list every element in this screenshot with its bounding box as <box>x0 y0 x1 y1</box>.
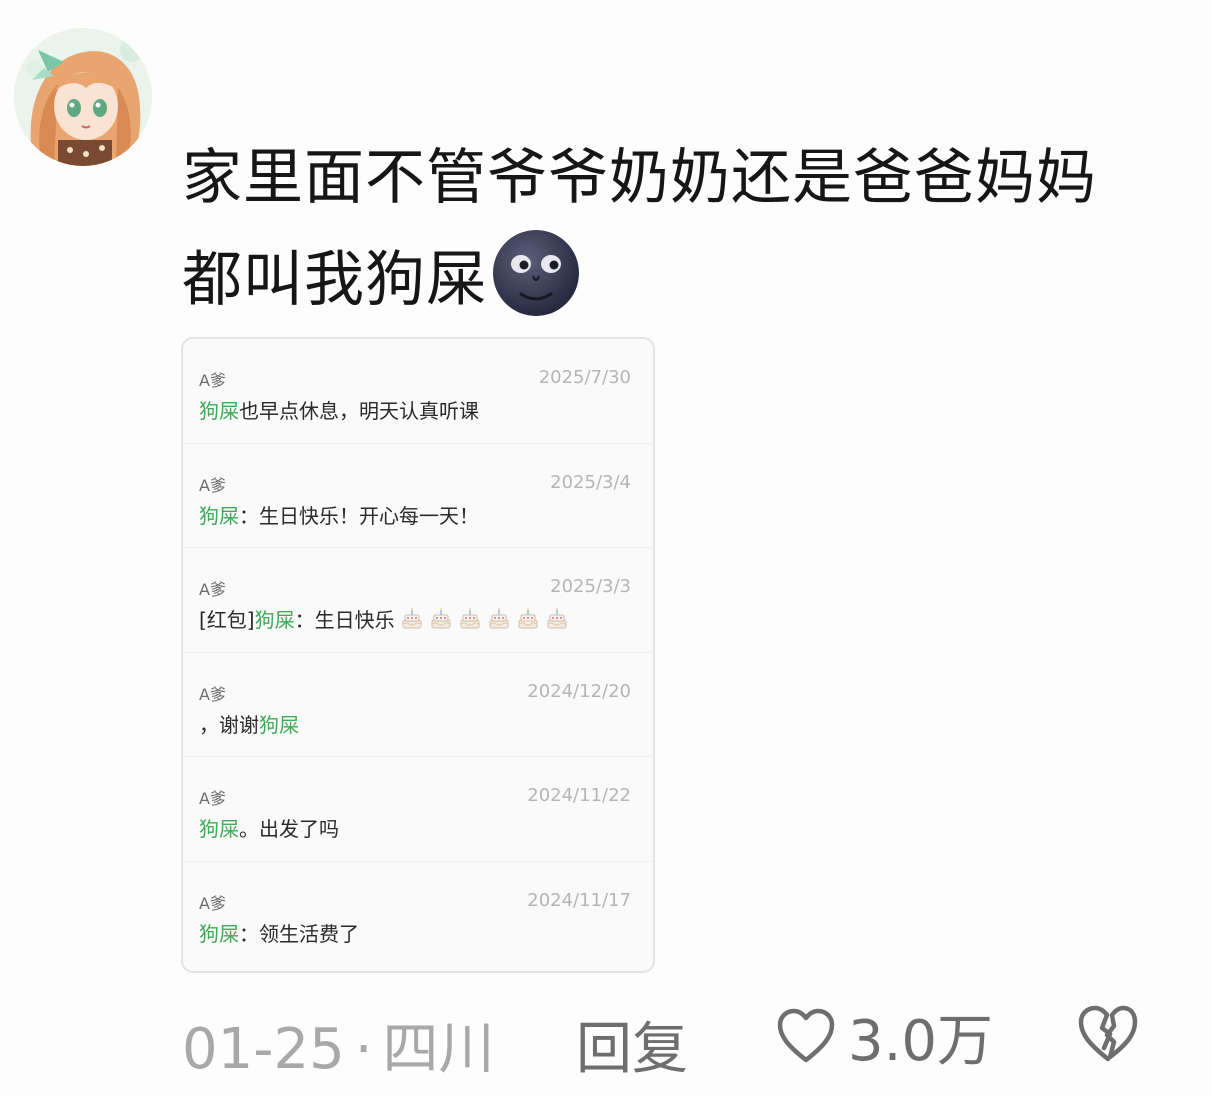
chat-history-screenshot[interactable]: A爹 2025/7/30 狗屎也早点休息，明天认真听课 A爹 2025/3/4 狗屎：生日… <box>181 337 655 973</box>
message-text: ，谢谢狗屎 <box>199 709 299 738</box>
message-suffix: 也早点休息，明天认真听课 <box>239 399 479 423</box>
message-text: 狗屎。出发了吗 <box>199 813 339 842</box>
message-text: 狗屎：领生活费了 <box>199 918 359 947</box>
message-text: 狗屎也早点休息，明天认真听课 <box>199 395 479 424</box>
birthday-cake-emoji <box>518 607 538 629</box>
birthday-cake-emoji <box>489 607 509 629</box>
comment-date: 01-25 <box>182 1017 345 1082</box>
new-moon-face-emoji <box>493 230 579 316</box>
chat-message-row[interactable]: A爹 2024/12/20 ，谢谢狗屎 <box>183 653 653 757</box>
message-nickname-highlight: 狗屎 <box>199 921 239 946</box>
anime-girl-avatar-image <box>14 28 152 166</box>
chat-message-list: A爹 2025/7/30 狗屎也早点休息，明天认真听课 A爹 2025/3/4 狗屎：生日… <box>183 339 653 966</box>
message-sender: A爹 <box>199 789 226 808</box>
meta-separator: · <box>354 1017 373 1082</box>
comment-body: 家里面不管爷爷奶奶还是爸爸妈妈都叫我狗屎 <box>182 143 1097 315</box>
message-nickname-highlight: 狗屎 <box>199 817 239 841</box>
birthday-cake-emoji <box>402 607 422 629</box>
message-suffix: ：生日快乐 <box>294 608 395 632</box>
birthday-cake-emoji <box>431 607 451 629</box>
message-date: 2024/11/22 <box>527 785 631 806</box>
message-date: 2024/12/20 <box>527 680 631 702</box>
message-date: 2025/3/3 <box>550 576 631 597</box>
message-nickname-highlight: 狗屎 <box>254 608 295 632</box>
like-button[interactable]: 3.0万 <box>776 1000 993 1074</box>
message-sender: A爹 <box>199 684 226 704</box>
message-suffix: 。出发了吗 <box>239 817 339 841</box>
chat-message-row[interactable]: A爹 2025/3/4 狗屎：生日快乐！开心每一天！ <box>183 444 653 548</box>
message-prefix: ，谢谢 <box>199 712 259 737</box>
message-suffix: ：领生活费了 <box>239 921 359 946</box>
like-count: 3.0万 <box>848 1008 994 1074</box>
message-date: 2025/7/30 <box>538 367 631 388</box>
chat-message-row[interactable]: A爹 2024/11/22 狗屎。出发了吗 <box>183 757 653 862</box>
comment-location: 四川 <box>382 1017 495 1082</box>
user-avatar[interactable] <box>14 28 152 166</box>
message-sender: A爹 <box>199 580 226 599</box>
message-suffix: ：生日快乐！开心每一天！ <box>239 503 479 528</box>
chat-message-row[interactable]: A爹 2025/7/30 狗屎也早点休息，明天认真听课 <box>183 339 653 444</box>
message-text: [红包]狗屎：生日快乐 <box>199 604 569 633</box>
message-prefix: [红包] <box>199 608 255 632</box>
message-date: 2025/3/4 <box>550 471 631 493</box>
heart-outline-icon <box>777 1008 835 1063</box>
cake-emoji-group <box>395 607 569 632</box>
message-nickname-highlight: 狗屎 <box>199 503 239 528</box>
message-date: 2024/11/17 <box>527 889 631 911</box>
comment-text: 家里面不管爷爷奶奶还是爸爸妈妈都叫我狗屎 <box>182 128 1142 330</box>
chat-message-row[interactable]: A爹 2025/3/3 [红包]狗屎：生日快乐 <box>183 548 653 653</box>
comment-meta: 01-25 · 四川 <box>182 1004 495 1085</box>
reply-button[interactable]: 回复 <box>576 1004 688 1085</box>
message-nickname-highlight: 狗屎 <box>259 712 299 737</box>
message-sender: A爹 <box>199 475 226 495</box>
chat-message-row[interactable]: A爹 2024/11/17 狗屎：领生活费了 <box>183 862 653 967</box>
birthday-cake-emoji <box>460 607 480 629</box>
message-text: 狗屎：生日快乐！开心每一天！ <box>199 500 479 529</box>
birthday-cake-emoji <box>547 607 567 629</box>
message-nickname-highlight: 狗屎 <box>199 399 239 423</box>
dislike-button[interactable] <box>1076 1004 1140 1068</box>
message-sender: A爹 <box>199 371 226 390</box>
message-sender: A爹 <box>199 893 226 913</box>
broken-heart-icon <box>1078 1005 1138 1062</box>
